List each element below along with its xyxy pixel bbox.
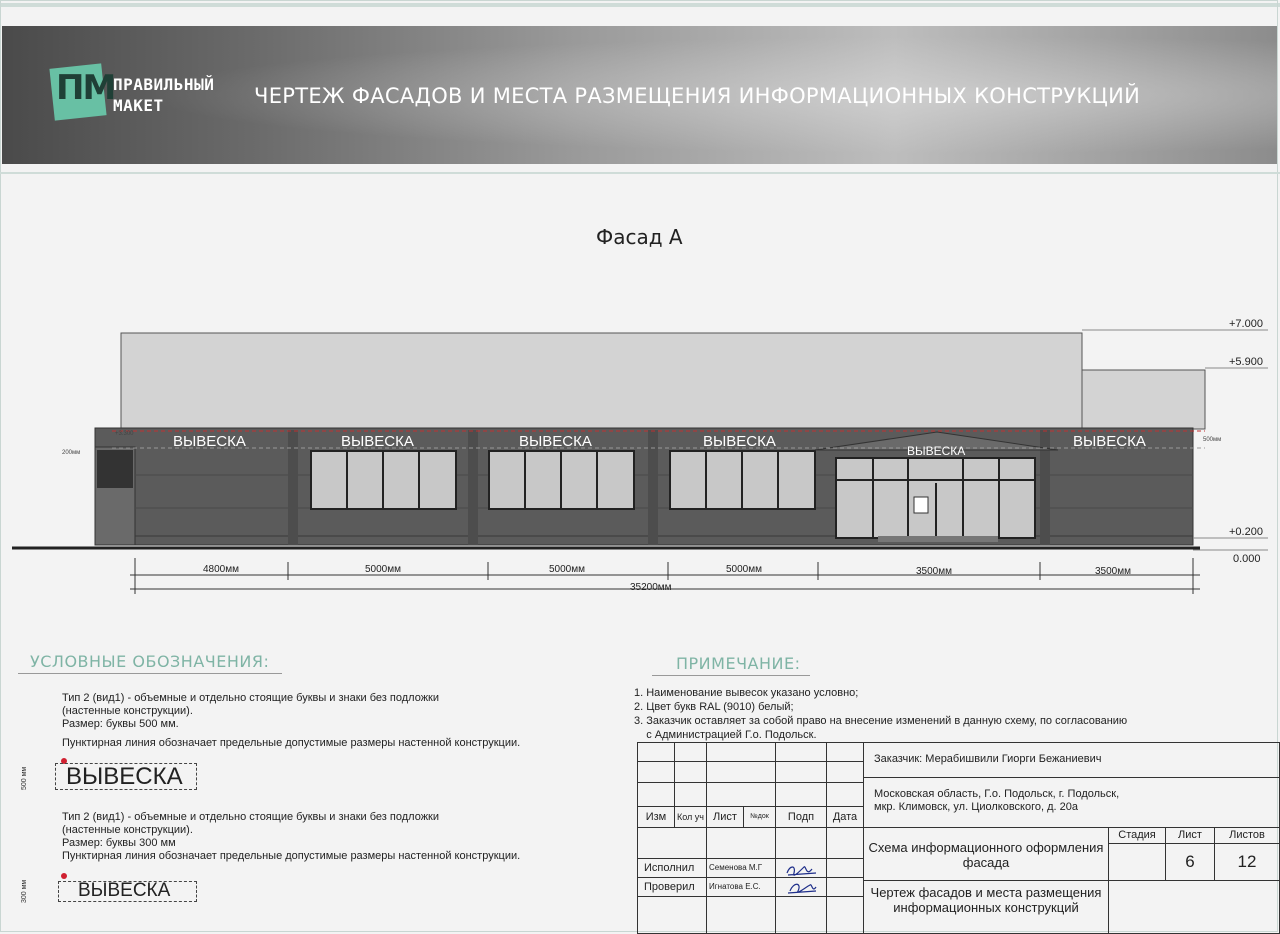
sample-size-label: 500 мм [21,766,28,790]
legend-block-1: Тип 2 (вид1) - объемные и отдельно стоящ… [62,692,520,750]
column [288,430,298,545]
side-dimension-label: 500мм [1203,437,1221,443]
sign-label: ВЫВЕСКА [703,433,776,450]
dimension-label: 5000мм [726,564,762,575]
page-title: ЧЕРТЕЖ ФАСАДОВ И МЕСТА РАЗМЕЩЕНИЯ ИНФОРМ… [254,84,1141,108]
legend-text: Пунктирная линия обозначает предельные д… [62,850,521,862]
header-divider [0,172,1280,174]
legend-text: Тип 2 (вид1) - объемные и отдельно стоящ… [62,692,440,704]
col-header: Изм [637,806,675,828]
address-cell: Московская область, Г.о. Подольск, г. По… [863,777,1280,828]
sheets-value: 12 [1214,843,1280,881]
column [648,430,658,545]
drawing-title: Чертеж фасадов и места размещения информ… [863,880,1109,934]
executed-label: Исполнил [637,858,707,878]
col-header: Кол уч [674,806,707,828]
vent-grille [97,450,133,488]
col-header: Лист [706,806,744,828]
dimension-label: 3500мм [916,566,952,577]
signature-mark [786,866,817,894]
column [468,430,478,545]
sample-size-label: 300 мм [21,879,28,903]
legend-text: Размер: буквы 500 мм. [62,718,179,730]
note-item: с Администрацией Г.о. Подольск. [634,729,817,741]
sign-label: ВЫВЕСКА [341,433,414,450]
dimension-label: 5000мм [549,564,585,575]
sheets-label: Листов [1214,827,1280,844]
sheet-label: Лист [1165,827,1215,844]
legend-text: (настенные конструкции). [62,705,193,717]
stage-label: Стадия [1108,827,1166,844]
roof-main [120,332,1083,430]
side-dimension-label: +3.300 [115,431,134,437]
scheme-title: Схема информационного оформления фасада [863,827,1109,881]
logo-mark: ПМ [56,68,116,108]
level-label: +0.200 [1229,526,1263,538]
notes-list: 1. Наименование вывесок указано условно;… [634,686,1127,742]
customer-cell: Заказчик: Мерабишвили Гиорги Бежаниевич [863,742,1280,778]
legend-text: Пунктирная линия обозначает предельные д… [62,737,521,749]
sign-label: ВЫВЕСКА [907,444,965,458]
level-label: +7.000 [1229,318,1263,330]
executed-name: Семенова М.Г [706,858,776,878]
address-line: мкр. Климовск, ул. Циолковского, д. 20а [874,801,1078,813]
sign-label: ВЫВЕСКА [1073,433,1146,450]
level-label: +5.900 [1229,356,1263,368]
logo-text: ПРАВИЛЬНЫЙ МАКЕТ [113,74,214,116]
checked-label: Проверил [637,877,707,897]
legend-block-2: Тип 2 (вид1) - объемные и отдельно стоящ… [62,811,520,863]
total-dimension-label: 35200мм [630,582,672,593]
note-item: 1. Наименование вывесок указано условно; [634,687,859,699]
dimension-label: 4800мм [203,564,239,575]
col-header: №док [743,806,776,828]
legend-title: УСЛОВНЫЕ ОБОЗНАЧЕНИЯ: [30,652,270,671]
level-label: 0.000 [1233,553,1261,565]
sheet-value: 6 [1165,843,1215,881]
roof-annex [1081,369,1206,430]
legend-text: Тип 2 (вид1) - объемные и отдельно стоящ… [62,811,440,823]
legend-text: Размер: буквы 300 мм [62,837,176,849]
dimension-label: 3500мм [1095,566,1131,577]
sample-sign: ВЫВЕСКА [66,763,183,790]
address-line: Московская область, Г.о. Подольск, г. По… [874,788,1120,800]
window-group [310,450,457,510]
facade-title: Фасад А [596,225,683,249]
legend-text: (настенные конструкции). [62,824,193,836]
window-group [669,450,816,510]
notes-underline [652,675,810,676]
dimension-label: 5000мм [365,564,401,575]
marker-dot [61,873,67,879]
note-item: 3. Заказчик оставляет за собой право на … [634,715,1128,727]
sample-sign: ВЫВЕСКА [78,880,171,901]
entrance-steps [878,536,998,542]
logo-line1: ПРАВИЛЬНЫЙ [113,75,215,94]
col-header: Дата [826,806,864,828]
note-item: 2. Цвет букв RAL (9010) белый; [634,701,794,713]
entrance-glazing [835,457,1036,539]
notes-title: ПРИМЕЧАНИЕ: [676,654,801,673]
window-group [488,450,635,510]
sign-label: ВЫВЕСКА [173,433,246,450]
sign-label: ВЫВЕСКА [519,433,592,450]
side-dimension-label: 200мм [62,450,80,456]
facade-drawing: ВЫВЕСКА ВЫВЕСКА ВЫВЕСКА ВЫВЕСКА ВЫВЕСКА … [12,318,1268,594]
logo-line2: МАКЕТ [113,96,164,115]
title-block: Изм Кол уч Лист №док Подп Дата Исполнил … [637,742,1280,934]
legend-underline [18,673,282,674]
col-header: Подп [775,806,827,828]
checked-name: Игнатова Е.С. [706,877,776,897]
